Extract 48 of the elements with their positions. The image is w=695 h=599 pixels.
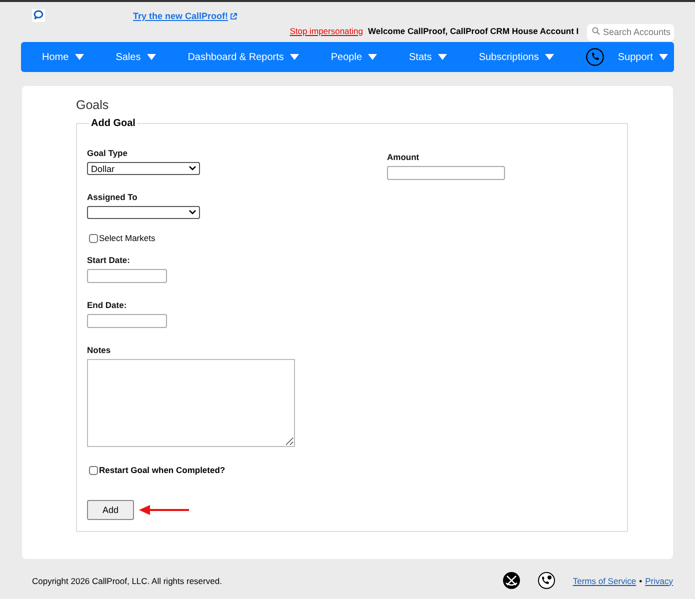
chevron-icon [189,210,196,215]
select-markets-checkbox[interactable] [89,234,98,242]
chevron-icon [189,166,196,171]
end-date-field[interactable] [87,314,167,328]
terms-link[interactable]: Terms of Service [572,576,636,586]
separator-dot: • [639,576,642,586]
welcome-text: Welcome CallProof, CallProof CRM House Account I [368,26,580,36]
page-title: Goals [76,98,110,112]
nav-menu-item[interactable]: Dashboard & Reports [188,52,299,62]
restart-goal-checkbox[interactable] [89,466,98,474]
field-label: Notes [87,345,111,355]
privacy-link[interactable]: Privacy [645,576,673,586]
goal-type-select[interactable]: Dollar [87,162,200,175]
amount-field[interactable] [387,166,505,180]
notes-field[interactable] [87,359,295,447]
assigned-to-select[interactable] [87,206,200,219]
nav-menu-item[interactable]: People [330,52,378,62]
nav-menu-item[interactable]: Subscriptions [478,52,554,62]
phone-icon[interactable] [538,572,555,589]
field-label: End Date: [87,300,127,310]
field-label: Goal Type [87,148,128,158]
caret-icon [368,54,378,60]
caret-icon [438,54,447,60]
start-date-field[interactable] [87,269,167,283]
caret-icon [658,54,668,60]
caret-icon [146,54,156,60]
form-legend: Add Goal [89,118,138,129]
nav-menu-item[interactable]: Sales [116,52,156,62]
stop-impersonating-link[interactable]: Stop impersonating [290,26,363,36]
arrow-icon [139,505,189,515]
checkbox-label: Select Markets [99,233,156,243]
caret-icon [74,54,84,60]
caret-icon [544,54,554,60]
external-link-icon [230,12,238,20]
add-button[interactable]: Add [87,500,134,520]
nav-menu-item[interactable]: Stats [409,52,447,62]
nav-menu-item[interactable]: Home [42,52,84,62]
field-label: Start Date: [87,255,130,265]
field-label: Assigned To [87,192,138,202]
checkbox-label: Restart Goal when Completed? [99,465,226,475]
caret-icon [290,54,299,60]
try-new-link[interactable]: Try the new CallProof! [133,11,238,21]
nav-menu-item[interactable]: Support [618,52,668,62]
field-label: Amount [387,152,420,162]
search-field[interactable]: Search Accounts [587,24,674,40]
search-icon [592,27,600,35]
logo-icon[interactable] [32,9,45,22]
copyright-text: Copyright 2026 CallProof, LLC. All rights reserved. [32,576,223,586]
